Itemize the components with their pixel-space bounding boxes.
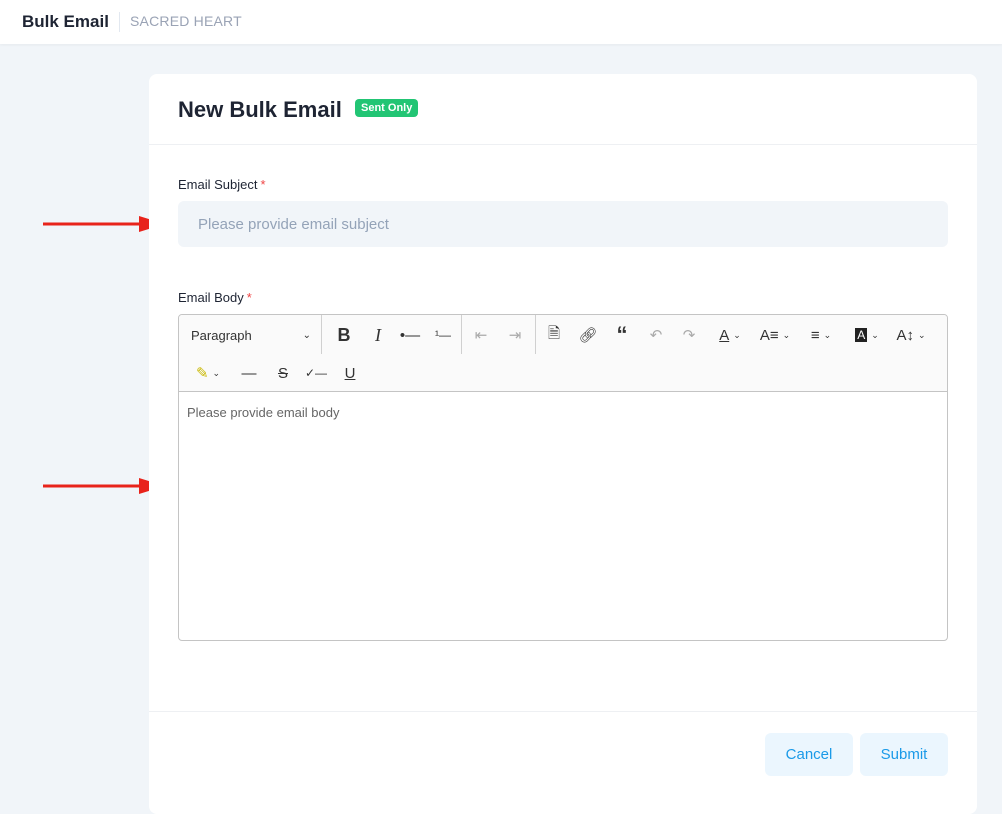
strikethrough-button[interactable]: S — [270, 358, 296, 388]
label-text: Email Body — [178, 290, 244, 305]
font-color-icon: A — [719, 326, 730, 344]
email-body-input[interactable]: Please provide email body — [179, 392, 947, 433]
italic-button[interactable]: I — [365, 320, 391, 350]
alignment-button[interactable]: ≡ ⌄ — [803, 320, 839, 350]
toolbar-separator — [321, 315, 322, 354]
font-family-icon: A≡ — [759, 326, 779, 344]
submit-button[interactable]: Submit — [860, 733, 948, 776]
strikethrough-icon: S — [277, 364, 288, 382]
chevron-down-icon: ⌄ — [733, 329, 741, 340]
bulleted-list-button[interactable]: •— — [397, 320, 423, 350]
outdent-icon: ⇤ — [474, 327, 488, 344]
underline-icon: U — [344, 364, 356, 382]
font-family-button[interactable]: A≡ ⌄ — [757, 320, 793, 350]
card-footer: Cancel Submit — [149, 711, 977, 811]
todo-list-button[interactable]: ✓— — [303, 358, 329, 388]
required-marker: * — [260, 177, 266, 192]
chevron-down-icon: ⌄ — [302, 329, 311, 341]
chevron-down-icon: ⌄ — [823, 329, 832, 340]
bold-button[interactable]: B — [331, 320, 357, 350]
required-marker: * — [246, 290, 252, 305]
email-body-label: Email Body * — [178, 290, 252, 305]
email-subject-input[interactable] — [178, 201, 948, 247]
font-size-icon: A↕ — [896, 326, 914, 344]
bulleted-list-icon: •— — [399, 326, 421, 344]
red-arrow-annotation — [43, 478, 165, 494]
heading-select[interactable]: Paragraph ⌄ — [191, 320, 311, 350]
undo-button[interactable]: ↶ — [643, 320, 669, 350]
chevron-down-icon: ⌄ — [917, 329, 926, 340]
email-subject-label: Email Subject * — [178, 177, 266, 192]
label-text: Email Subject — [178, 177, 258, 192]
email-body-editor: Paragraph ⌄ B I •— ¹— ⇤ ⇥ 🗎 🔗︎ “ ↶ ↷ A ⌄ A… — [178, 314, 948, 641]
toolbar-separator — [461, 315, 462, 354]
indent-button[interactable]: ⇥ — [502, 320, 528, 350]
file-upload-icon: 🗎 — [547, 324, 561, 342]
new-bulk-email-card: New Bulk Email Sent Only Email Subject * … — [149, 74, 977, 814]
blockquote-button[interactable]: “ — [609, 320, 635, 350]
organization-name: SACRED HEART — [130, 13, 242, 29]
chevron-down-icon: ⌄ — [871, 329, 879, 340]
email-body-placeholder: Please provide email body — [187, 405, 340, 420]
numbered-list-button[interactable]: ¹— — [430, 320, 456, 350]
quote-icon: “ — [616, 322, 628, 347]
highlight-button[interactable]: ✎ ⌄ — [188, 358, 228, 388]
horizontal-line-button[interactable]: — — [236, 358, 262, 388]
page-title: New Bulk Email — [178, 97, 342, 122]
numbered-list-icon: ¹— — [435, 328, 451, 342]
align-left-icon: ≡ — [810, 326, 820, 344]
todo-list-icon: ✓— — [304, 366, 328, 380]
horizontal-line-icon: — — [241, 364, 257, 382]
redo-button[interactable]: ↷ — [676, 320, 702, 350]
background-color-button[interactable]: A ⌄ — [849, 320, 885, 350]
insert-file-button[interactable]: 🗎 — [541, 320, 567, 350]
font-size-button[interactable]: A↕ ⌄ — [892, 320, 930, 350]
top-bar: Bulk Email SACRED HEART — [0, 0, 1002, 44]
divider — [119, 12, 120, 32]
font-color-button[interactable]: A ⌄ — [712, 320, 748, 350]
outdent-button[interactable]: ⇤ — [468, 320, 494, 350]
editor-toolbar: Paragraph ⌄ B I •— ¹— ⇤ ⇥ 🗎 🔗︎ “ ↶ ↷ A ⌄ A… — [179, 315, 947, 392]
cancel-button[interactable]: Cancel — [765, 733, 853, 776]
undo-icon: ↶ — [649, 327, 663, 344]
chevron-down-icon: ⌄ — [212, 367, 221, 378]
link-icon: 🔗︎ — [578, 327, 598, 344]
underline-button[interactable]: U — [337, 358, 363, 388]
card-header: New Bulk Email Sent Only — [149, 74, 977, 145]
redo-icon: ↷ — [682, 327, 696, 344]
indent-icon: ⇥ — [508, 327, 522, 344]
link-button[interactable]: 🔗︎ — [575, 320, 601, 350]
red-arrow-annotation — [43, 216, 165, 232]
highlighter-icon: ✎ — [195, 365, 209, 382]
toolbar-separator — [535, 315, 536, 354]
heading-select-value: Paragraph — [191, 327, 252, 343]
app-title: Bulk Email — [22, 12, 109, 31]
background-color-icon: A — [855, 328, 868, 342]
status-badge: Sent Only — [355, 99, 419, 117]
chevron-down-icon: ⌄ — [782, 329, 791, 340]
